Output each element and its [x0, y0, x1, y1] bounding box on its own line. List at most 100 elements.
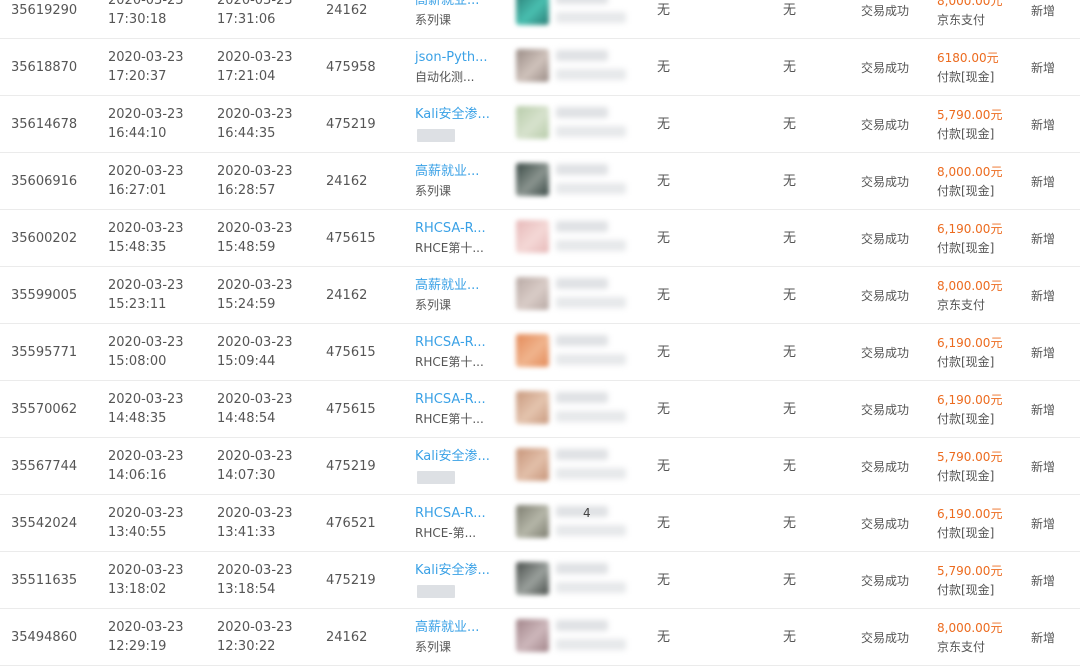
avatar [516, 619, 549, 652]
order-type: 新增 [1031, 517, 1056, 531]
product-name-link[interactable]: RHCSA-R... [415, 335, 486, 351]
coupon-value: 无 [657, 231, 671, 246]
paid-time: 12:30:22 [217, 639, 276, 654]
coupon-value: 无 [657, 174, 671, 189]
product-subtitle: RHCE-第... [415, 526, 477, 540]
product-id: 24162 [326, 288, 368, 303]
product-name-link[interactable]: 高薪就业... [415, 278, 479, 294]
payment-method: 付款[现金] [937, 583, 995, 597]
order-type: 新增 [1031, 403, 1056, 417]
product-name-link[interactable]: 高薪就业... [415, 164, 479, 180]
user-detail-blurred [556, 354, 626, 365]
status-text: 交易成功 [861, 460, 910, 474]
created-time: 13:40:55 [108, 525, 167, 540]
order-type: 新增 [1031, 289, 1056, 303]
product-subtitle: 自动化测... [415, 70, 475, 84]
paid-date: 2020-03-23 [217, 392, 293, 407]
payment-method: 付款[现金] [937, 526, 995, 540]
product-name-link[interactable]: Kali安全渗... [415, 563, 490, 579]
created-time: 17:20:37 [108, 69, 167, 84]
user-detail-blurred [556, 12, 626, 23]
remark-value: 无 [783, 117, 797, 132]
product-name-link[interactable]: 高薪就业... [415, 620, 479, 636]
remark-value: 无 [783, 573, 797, 588]
order-id: 35619290 [11, 3, 78, 18]
user-detail-blurred [556, 240, 626, 251]
user-detail-blurred [556, 468, 626, 479]
remark-value: 无 [783, 516, 797, 531]
paid-date: 2020-03-23 [217, 278, 293, 293]
created-date: 2020-03-23 [108, 449, 184, 464]
username-blurred [556, 164, 608, 175]
paid-date: 2020-03-23 [217, 449, 293, 464]
product-subtitle: RHCE第十... [415, 412, 484, 426]
product-subtitle: RHCE第十... [415, 241, 484, 255]
payment-method: 付款[现金] [937, 469, 995, 483]
product-id: 475219 [326, 117, 376, 132]
coupon-value: 无 [657, 345, 671, 360]
orders-table: 35619290 2020-03-23 17:30:18 2020-03-23 17:3… [0, 0, 1080, 666]
remark-value: 无 [783, 630, 797, 645]
user-detail-blurred [556, 126, 626, 137]
paid-time: 15:48:59 [217, 240, 276, 255]
product-name-link[interactable]: Kali安全渗... [415, 107, 490, 123]
created-time: 12:29:19 [108, 639, 167, 654]
user-detail-blurred [556, 297, 626, 308]
product-id: 475615 [326, 402, 376, 417]
avatar [516, 49, 549, 82]
table-row: 35494860 2020-03-23 12:29:19 2020-03-23 12:3… [0, 609, 1080, 666]
paid-time: 15:09:44 [217, 354, 276, 369]
product-name-link[interactable]: RHCSA-R... [415, 221, 486, 237]
coupon-value: 无 [657, 3, 671, 18]
username-blurred [556, 278, 608, 289]
username-blurred [556, 50, 608, 61]
status-text: 交易成功 [861, 631, 910, 645]
price: 6,190.00元 [937, 222, 1003, 236]
product-name-link[interactable]: RHCSA-R... [415, 506, 486, 522]
coupon-value: 无 [657, 60, 671, 75]
user-detail-blurred [556, 411, 626, 422]
remark-value: 无 [783, 459, 797, 474]
product-subtitle: RHCE第十... [415, 355, 484, 369]
paid-time: 13:41:33 [217, 525, 276, 540]
product-subtitle-placeholder [417, 471, 455, 484]
paid-time: 15:24:59 [217, 297, 276, 312]
product-id: 475219 [326, 573, 376, 588]
product-name-link[interactable]: Kali安全渗... [415, 449, 490, 465]
remark-value: 无 [783, 174, 797, 189]
status-text: 交易成功 [861, 346, 910, 360]
product-name-link[interactable]: 高薪就业... [415, 0, 479, 9]
created-time: 15:48:35 [108, 240, 167, 255]
status-text: 交易成功 [861, 289, 910, 303]
order-id: 35494860 [11, 630, 78, 645]
order-id: 35614678 [11, 117, 78, 132]
paid-date: 2020-03-23 [217, 50, 293, 65]
product-name-link[interactable]: json-Pyth... [415, 50, 488, 66]
created-date: 2020-03-23 [108, 563, 184, 578]
product-id: 475219 [326, 459, 376, 474]
user-detail-blurred [556, 639, 626, 650]
product-name-link[interactable]: RHCSA-R... [415, 392, 486, 408]
payment-method: 付款[现金] [937, 412, 995, 426]
avatar [516, 106, 549, 139]
order-id: 35542024 [11, 516, 78, 531]
order-id: 35595771 [11, 345, 78, 360]
coupon-value: 无 [657, 630, 671, 645]
paid-date: 2020-03-23 [217, 506, 293, 521]
table-row: 35618870 2020-03-23 17:20:37 2020-03-23 17:2… [0, 39, 1080, 96]
table-row: 35595771 2020-03-23 15:08:00 2020-03-23 15:0… [0, 324, 1080, 381]
product-subtitle-placeholder [417, 129, 455, 142]
user-detail-blurred [556, 582, 626, 593]
coupon-value: 无 [657, 402, 671, 417]
order-type: 新增 [1031, 631, 1056, 645]
remark-value: 无 [783, 60, 797, 75]
price: 6,190.00元 [937, 507, 1003, 521]
order-id: 35567744 [11, 459, 78, 474]
avatar [516, 0, 549, 25]
order-id: 35618870 [11, 60, 78, 75]
table-row: 35511635 2020-03-23 13:18:02 2020-03-23 13:1… [0, 552, 1080, 609]
order-id: 35570062 [11, 402, 78, 417]
remark-value: 无 [783, 3, 797, 18]
created-time: 14:48:35 [108, 411, 167, 426]
order-type: 新增 [1031, 175, 1056, 189]
